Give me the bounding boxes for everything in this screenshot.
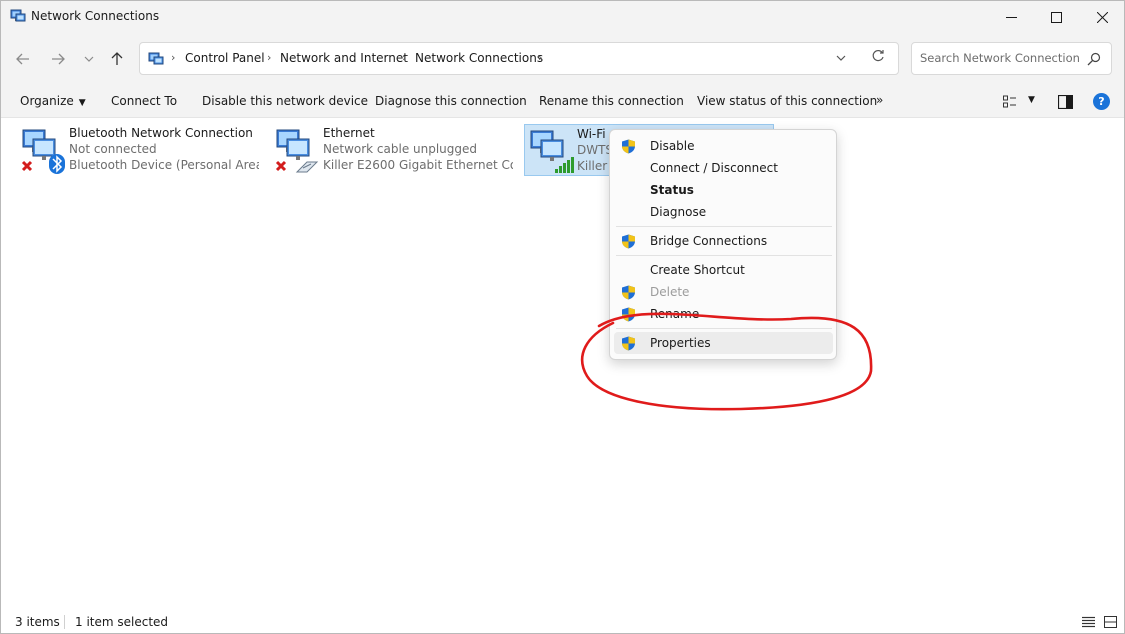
- menu-item-label: Properties: [650, 336, 711, 350]
- uac-shield-icon: [622, 307, 635, 322]
- bluetooth-network-icon: [21, 129, 65, 174]
- refresh-button[interactable]: [871, 49, 885, 67]
- menu-item-label: Status: [650, 183, 694, 197]
- connection-status: Not connected: [69, 142, 157, 156]
- control-panel-icon: [148, 52, 164, 65]
- preview-pane-icon[interactable]: [1058, 95, 1073, 109]
- menu-separator: [616, 226, 832, 227]
- context-menu: Disable Connect / Disconnect Status Diag…: [609, 129, 837, 360]
- more-commands-button[interactable]: »: [876, 93, 883, 107]
- selection-count: 1 item selected: [75, 615, 169, 629]
- chevron-right-icon[interactable]: ›: [171, 51, 175, 64]
- details-view-icon[interactable]: [1082, 616, 1095, 628]
- menu-item-label: Create Shortcut: [650, 263, 745, 277]
- menu-item-label: Diagnose: [650, 205, 707, 219]
- breadcrumb-control-panel[interactable]: Control Panel: [185, 51, 265, 65]
- title-bar[interactable]: Network Connections: [1, 1, 1124, 33]
- chevron-right-icon[interactable]: ›: [267, 51, 271, 64]
- search-icon[interactable]: [1087, 52, 1101, 66]
- help-icon[interactable]: ?: [1093, 93, 1110, 110]
- view-options-caret-icon[interactable]: ▼: [1028, 95, 1035, 105]
- menu-item-delete: Delete: [614, 281, 833, 303]
- breadcrumb-network-and-internet[interactable]: Network and Internet: [280, 51, 408, 65]
- menu-item-connect-disconnect[interactable]: Connect / Disconnect: [614, 157, 833, 179]
- menu-item-diagnose[interactable]: Diagnose: [614, 201, 833, 223]
- connection-name: Wi-Fi: [577, 127, 606, 141]
- chevron-right-icon[interactable]: ›: [538, 51, 542, 64]
- arrow-up-icon: [111, 52, 123, 65]
- uac-shield-icon: [622, 139, 635, 154]
- wifi-network-icon: [530, 130, 574, 173]
- menu-item-rename[interactable]: Rename: [614, 303, 833, 325]
- menu-item-create-shortcut[interactable]: Create Shortcut: [614, 259, 833, 281]
- search-box[interactable]: [911, 42, 1112, 75]
- refresh-icon: [872, 49, 884, 62]
- arrow-left-icon: [16, 53, 29, 65]
- menu-item-status[interactable]: Status: [614, 179, 833, 201]
- maximize-button[interactable]: [1033, 1, 1079, 33]
- change-view-icon[interactable]: [1003, 95, 1017, 109]
- uac-shield-icon: [622, 285, 635, 300]
- search-input[interactable]: [920, 51, 1080, 65]
- close-icon: [1096, 11, 1108, 23]
- window-title: Network Connections: [31, 9, 160, 23]
- chevron-down-icon: [836, 55, 846, 61]
- organize-menu[interactable]: Organize ▼: [20, 94, 86, 108]
- menu-separator: [616, 255, 832, 256]
- arrow-right-icon: [52, 53, 65, 65]
- breadcrumb-network-connections[interactable]: Network Connections: [415, 51, 543, 65]
- menu-item-label: Rename: [650, 307, 700, 321]
- uac-shield-icon: [622, 336, 635, 351]
- rename-button[interactable]: Rename this connection: [539, 94, 684, 108]
- caret-down-icon: ▼: [78, 98, 86, 108]
- disable-device-button[interactable]: Disable this network device: [202, 94, 368, 108]
- tiles-view-icon[interactable]: [1104, 616, 1117, 628]
- menu-item-label: Delete: [650, 285, 690, 299]
- command-bar: Organize ▼ Connect To Disable this networ…: [1, 85, 1124, 118]
- connect-to-button[interactable]: Connect To: [111, 94, 177, 108]
- connection-name: Ethernet: [323, 126, 375, 140]
- view-status-button[interactable]: View status of this connection: [697, 94, 877, 108]
- minimize-icon: [1005, 16, 1017, 18]
- menu-item-bridge-connections[interactable]: Bridge Connections: [614, 230, 833, 252]
- network-connections-icon: [10, 9, 26, 22]
- status-divider: [64, 615, 65, 629]
- menu-item-properties[interactable]: Properties: [614, 332, 833, 354]
- recent-locations-button[interactable]: [77, 47, 101, 71]
- ethernet-network-icon: [275, 129, 319, 173]
- connection-bluetooth[interactable]: Bluetooth Network Connection Not connect…: [17, 124, 267, 176]
- close-button[interactable]: [1079, 1, 1124, 33]
- menu-item-label: Disable: [650, 139, 695, 153]
- connection-name: Bluetooth Network Connection: [69, 126, 253, 140]
- address-history-dropdown[interactable]: [836, 51, 846, 64]
- uac-shield-icon: [622, 234, 635, 249]
- address-row: › Control Panel › Network and Internet ›…: [1, 33, 1124, 85]
- up-button[interactable]: [105, 47, 129, 71]
- connection-status: Network cable unplugged: [323, 142, 478, 156]
- chevron-down-icon: [84, 56, 94, 62]
- minimize-button[interactable]: [988, 1, 1034, 33]
- menu-item-label: Connect / Disconnect: [650, 161, 778, 175]
- connections-list: Bluetooth Network Connection Not connect…: [1, 118, 1124, 608]
- connection-device: Killer E2600 Gigabit Ethernet Cont...: [323, 158, 513, 172]
- connection-device: Bluetooth Device (Personal Area ...: [69, 158, 259, 172]
- connection-ethernet[interactable]: Ethernet Network cable unplugged Killer …: [271, 124, 521, 176]
- item-count: 3 items: [15, 615, 60, 629]
- address-bar[interactable]: › Control Panel › Network and Internet ›…: [139, 42, 899, 75]
- menu-item-disable[interactable]: Disable: [614, 135, 833, 157]
- diagnose-button[interactable]: Diagnose this connection: [375, 94, 527, 108]
- organize-label: Organize: [20, 94, 74, 108]
- status-bar: 3 items 1 item selected: [1, 608, 1124, 633]
- chevron-right-icon[interactable]: ›: [402, 51, 406, 64]
- menu-item-label: Bridge Connections: [650, 234, 768, 248]
- connection-status: DWTS: [577, 143, 614, 157]
- forward-button[interactable]: [46, 47, 70, 71]
- back-button[interactable]: [11, 47, 35, 71]
- menu-separator: [616, 328, 832, 329]
- maximize-icon: [1050, 11, 1062, 23]
- network-connections-window: Network Connections › Control Panel › Ne…: [0, 0, 1125, 634]
